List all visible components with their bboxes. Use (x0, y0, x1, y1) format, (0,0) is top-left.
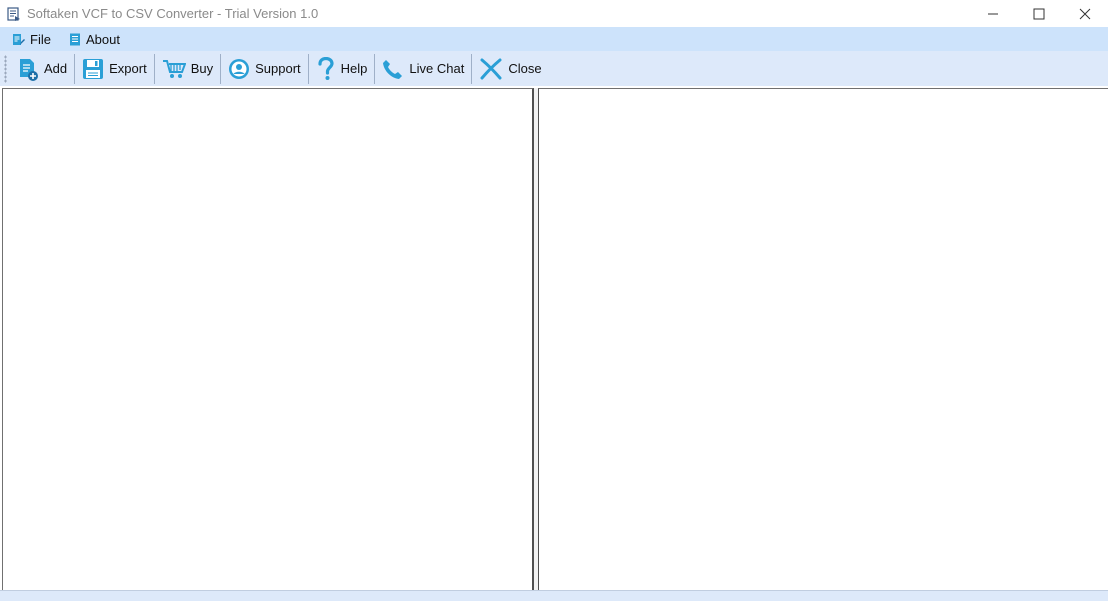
status-bar (0, 590, 1108, 601)
live-chat-button[interactable]: Live Chat (376, 53, 470, 85)
toolbar-separator (307, 53, 309, 84)
save-disk-icon (83, 58, 104, 79)
menu-file-label: File (30, 31, 51, 47)
add-file-icon (20, 58, 38, 81)
left-panel[interactable] (2, 88, 534, 590)
minimize-button[interactable] (970, 0, 1016, 27)
question-icon (318, 56, 334, 80)
toolbar-grip[interactable] (4, 54, 7, 83)
title-bar: Softaken VCF to CSV Converter - Trial Ve… (0, 0, 1108, 27)
window-title: Softaken VCF to CSV Converter - Trial Ve… (27, 6, 319, 21)
window-controls (970, 0, 1108, 27)
document-icon (69, 33, 80, 45)
export-button-label: Export (109, 61, 147, 76)
help-button[interactable]: Help (310, 53, 374, 85)
close-x-icon (480, 58, 502, 79)
menu-about[interactable]: About (63, 27, 126, 51)
maximize-button[interactable] (1016, 0, 1062, 27)
toolbar-separator (471, 53, 473, 84)
live-chat-button-label: Live Chat (409, 61, 465, 76)
buy-button-label: Buy (190, 61, 214, 76)
help-button-label: Help (340, 61, 368, 76)
close-icon (1079, 8, 1091, 19)
menu-file[interactable]: File (6, 27, 57, 51)
toolbar-separator (220, 53, 222, 84)
menu-bar: File About (0, 27, 1108, 51)
support-button[interactable]: Support (222, 53, 307, 85)
file-edit-icon (13, 33, 25, 45)
add-button[interactable]: Add (11, 53, 73, 85)
menu-about-label: About (85, 31, 120, 47)
toolbar: Add Export Buy Support Help Live Chat Cl… (0, 51, 1108, 86)
close-button-label: Close (508, 61, 542, 76)
toolbar-separator (74, 53, 76, 84)
user-circle-icon (229, 58, 250, 79)
toolbar-separator (374, 53, 376, 84)
support-button-label: Support (255, 61, 301, 76)
toolbar-separator (153, 53, 155, 84)
cart-icon (162, 59, 186, 78)
right-panel[interactable] (538, 88, 1108, 590)
close-window-button[interactable] (1062, 0, 1108, 27)
export-button[interactable]: Export (76, 53, 153, 85)
close-button[interactable]: Close (473, 53, 547, 85)
phone-icon (383, 59, 403, 79)
maximize-icon (1033, 8, 1045, 19)
buy-button[interactable]: Buy (156, 53, 219, 85)
add-button-label: Add (44, 61, 68, 76)
minimize-icon (988, 13, 998, 14)
app-logo-icon (7, 6, 20, 21)
